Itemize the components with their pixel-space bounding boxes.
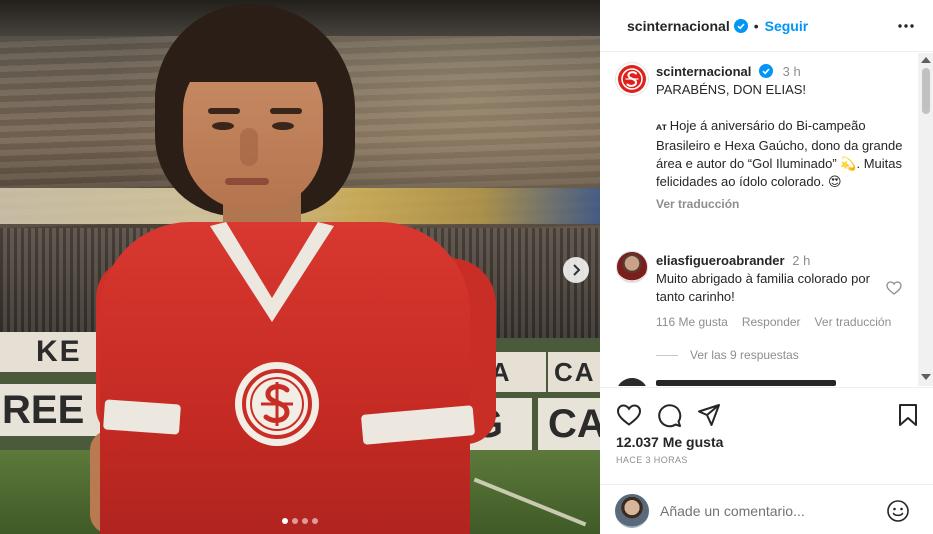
- follow-button[interactable]: Seguir: [765, 18, 809, 34]
- post-header: scinternacional • Seguir: [600, 0, 933, 52]
- player-figure: [60, 0, 520, 534]
- save-bookmark-icon[interactable]: [895, 402, 921, 428]
- next-comment-avatar[interactable]: [616, 378, 648, 386]
- light-bulb-icon: 💫: [840, 156, 857, 171]
- verified-mark-icon: ᴀᴛ: [656, 122, 667, 133]
- post-side-panel: scinternacional • Seguir scinternacional: [600, 0, 933, 534]
- account-avatar[interactable]: [615, 62, 649, 96]
- caption-body: ᴀᴛ Hoje á aniversário do Bi-campeão Brasi…: [656, 117, 912, 191]
- view-replies-button[interactable]: Ver las 9 respuestas: [656, 348, 799, 362]
- club-logo-icon: [618, 65, 646, 93]
- comment-input[interactable]: [660, 502, 870, 520]
- replies-line: [656, 354, 678, 356]
- header-separator: •: [753, 17, 759, 34]
- comment-time: 2 h: [792, 253, 811, 268]
- club-crest-icon: [235, 362, 319, 446]
- post-caption: scinternacional 3 h PARABÉNS, DON ELIAS!…: [656, 63, 912, 213]
- post-actions: [600, 387, 933, 437]
- caption-username[interactable]: scinternacional: [656, 64, 751, 79]
- carousel-next-button[interactable]: [563, 257, 589, 283]
- carousel-dot: [302, 518, 308, 524]
- carousel-indicator: [282, 518, 318, 524]
- comment-username[interactable]: eliasfigueroabrander: [656, 253, 785, 268]
- post-likes-count[interactable]: 12.037 Me gusta: [616, 434, 723, 450]
- comment-bubble-icon[interactable]: [656, 402, 682, 428]
- current-user-avatar: [615, 494, 649, 528]
- carousel-dot: [282, 518, 288, 524]
- comment-reply-button[interactable]: Responder: [742, 315, 801, 329]
- shirt-cuff: [103, 399, 181, 435]
- ad-board: CA: [538, 398, 600, 450]
- comment-composer: [600, 484, 933, 534]
- player-eye: [272, 122, 294, 130]
- ad-board: CA: [548, 352, 600, 392]
- player-nose: [240, 128, 258, 166]
- shirt-collar: [210, 222, 334, 322]
- comment-like-heart-icon[interactable]: [886, 280, 902, 296]
- more-options-icon[interactable]: [897, 18, 915, 34]
- comment-meta: 116 Me gusta Responder Ver traducción: [656, 315, 891, 329]
- post-timestamp: HACE 3 HORAS: [616, 455, 688, 465]
- player-fringe: [178, 30, 328, 82]
- comment-likes[interactable]: 116 Me gusta: [656, 315, 728, 329]
- comment-translate-link[interactable]: Ver traducción: [815, 315, 892, 329]
- player-brow: [208, 108, 240, 114]
- verified-badge-icon: [733, 18, 748, 33]
- scroll-down-arrow-icon[interactable]: [921, 374, 931, 380]
- caption-time: 3 h: [782, 64, 801, 79]
- verified-badge-icon: [759, 64, 773, 78]
- commenter-avatar[interactable]: [616, 251, 648, 283]
- comments-scroll-area[interactable]: scinternacional 3 h PARABÉNS, DON ELIAS!…: [600, 53, 918, 386]
- view-replies-label: Ver las 9 respuestas: [690, 348, 799, 362]
- player-mouth: [225, 178, 269, 185]
- player-eye: [212, 122, 234, 130]
- caption-title: PARABÉNS, DON ELIAS!: [656, 82, 807, 97]
- like-heart-icon[interactable]: [616, 402, 642, 428]
- comment-body: eliasfigueroabrander 2 h Muito abrigado …: [656, 252, 890, 306]
- emoji-picker-icon[interactable]: [886, 499, 910, 523]
- scroll-up-arrow-icon[interactable]: [921, 57, 931, 63]
- carousel-dot: [292, 518, 298, 524]
- carousel-dot: [312, 518, 318, 524]
- post-photo[interactable]: KE NA CA REE G CA: [0, 0, 600, 534]
- header-username[interactable]: scinternacional: [627, 18, 730, 34]
- caption-translate-link[interactable]: Ver traducción: [656, 197, 739, 211]
- share-send-icon[interactable]: [696, 402, 722, 428]
- player-brow: [270, 108, 302, 114]
- comment-text: Muito abrigado à familia colorado por ta…: [656, 271, 870, 304]
- chevron-right-icon: [573, 264, 581, 276]
- next-comment-clipped: [656, 380, 836, 386]
- heart-eyes-emoji-icon: 😍: [828, 174, 842, 189]
- scrollbar-thumb[interactable]: [922, 68, 930, 114]
